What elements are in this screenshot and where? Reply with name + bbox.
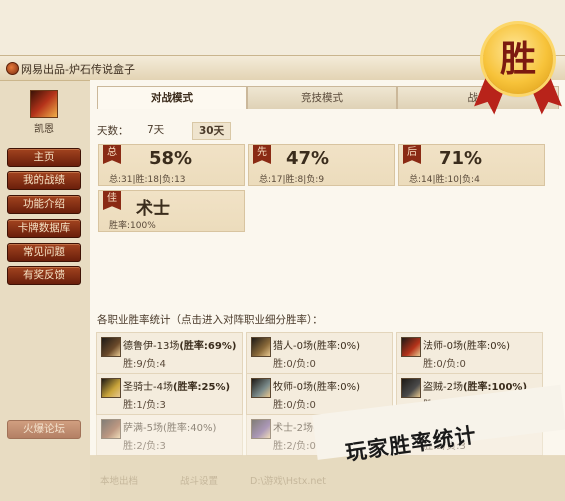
class-name: 德鲁伊 (123, 341, 153, 352)
class-name: 法师 (423, 341, 443, 352)
class-win-rate: (胜率:25%) (172, 382, 231, 393)
class-cell[interactable]: 法师-0场(胜率:0%) 胜:0/负:0 (396, 332, 543, 374)
class-win-rate: (胜率:69%) (179, 341, 237, 352)
status-bar: 本地出档 战斗设置 D:\游戏\Hstx.net (90, 456, 565, 501)
paladin-icon (101, 378, 121, 398)
sidebar-item-features[interactable]: 功能介绍 (7, 195, 81, 214)
class-cell[interactable]: 德鲁伊-13场(胜率:69%) 胜:9/负:4 (96, 332, 243, 374)
total-detail: 总:31|胜:18|负:13 (109, 175, 186, 185)
class-name: 猎人 (273, 341, 293, 352)
class-record: 胜:1/负:3 (123, 400, 166, 411)
class-games: -13场 (153, 341, 180, 352)
forum-button[interactable]: 火爆论坛 (7, 420, 81, 439)
druid-icon (101, 337, 121, 357)
class-games: -5场 (143, 423, 163, 434)
class-win-rate: (胜率:0%) (312, 341, 361, 352)
tab-battle-mode[interactable]: 对战模式 (97, 86, 247, 109)
days-option-7[interactable]: 7天 (141, 122, 170, 138)
second-banner: 后 (403, 145, 421, 164)
class-win-rate: (胜率:40%) (162, 423, 217, 434)
class-games: -0场 (293, 341, 313, 352)
stat-card-first: 先 47% 总:17|胜:8|负:9 (248, 144, 395, 186)
class-name: 牧师 (273, 382, 293, 393)
class-name: 萨满 (123, 423, 143, 434)
best-detail: 胜率:100% (109, 221, 156, 231)
days-label: 天数： (97, 125, 129, 137)
rogue-icon (401, 378, 421, 398)
shaman-icon (101, 419, 121, 439)
badge-medal: 胜 (483, 24, 553, 94)
class-record: 胜:2/负:0 (273, 441, 316, 452)
class-cell[interactable]: 圣骑士-4场(胜率:25%) 胜:1/负:3 (96, 373, 243, 415)
mage-icon (401, 337, 421, 357)
class-games: -4场 (153, 382, 173, 393)
second-detail: 总:14|胜:10|负:4 (409, 175, 480, 185)
stat-card-best: 佳 术士 胜率:100% (98, 190, 245, 232)
class-record: 胜:0/负:0 (273, 359, 316, 370)
class-cell[interactable]: 萨满-5场(胜率:40%) 胜:2/负:3 (96, 414, 243, 456)
class-record: 胜:9/负:4 (123, 359, 166, 370)
sidebar-item-card-database[interactable]: 卡牌数据库 (7, 219, 81, 238)
status-left: 本地出档 (100, 476, 139, 487)
sidebar-item-feedback[interactable]: 有奖反馈 (7, 266, 81, 285)
user-name: 凯恩 (34, 124, 54, 135)
app-logo-icon (6, 62, 19, 75)
class-summary: 牧师-0场(胜率:0%) (273, 378, 360, 393)
class-win-rate: (胜率:0%) (462, 341, 511, 352)
class-games: -0场 (293, 382, 313, 393)
sidebar-item-my-record[interactable]: 我的战绩 (7, 171, 81, 190)
class-section-title: 各职业胜率统计（点击进入对阵职业细分胜率）： (97, 314, 323, 326)
warlock-icon (251, 419, 271, 439)
best-class: 术士 (136, 199, 170, 219)
class-name: 圣骑士 (123, 382, 153, 393)
class-summary: 猎人-0场(胜率:0%) (273, 337, 360, 352)
days-option-30[interactable]: 30天 (192, 122, 232, 140)
best-banner: 佳 (103, 191, 121, 210)
status-path: D:\游戏\Hstx.net (250, 476, 326, 487)
win-badge: 胜 (473, 20, 565, 120)
class-name: 术士 (273, 423, 293, 434)
sidebar-item-home[interactable]: 主页 (7, 148, 81, 167)
class-name: 盗贼 (423, 382, 443, 393)
class-summary: 德鲁伊-13场(胜率:69%) (123, 337, 236, 352)
second-win-rate: 71% (439, 148, 483, 169)
hunter-icon (251, 337, 271, 357)
class-cell[interactable]: 猎人-0场(胜率:0%) 胜:0/负:0 (246, 332, 393, 374)
first-detail: 总:17|胜:8|负:9 (259, 175, 325, 185)
class-record: 胜:2/负:3 (123, 441, 166, 452)
sidebar-item-faq[interactable]: 常见问题 (7, 243, 81, 262)
window-title: 网易出品-炉石传说盒子 (21, 63, 135, 76)
first-banner: 先 (253, 145, 271, 164)
first-win-rate: 47% (286, 148, 330, 169)
stat-card-total: 总 58% 总:31|胜:18|负:13 (98, 144, 245, 186)
class-games: -2场 (293, 423, 313, 434)
class-games: -0场 (443, 341, 463, 352)
total-banner: 总 (103, 145, 121, 164)
class-win-rate: (胜率:0%) (312, 382, 361, 393)
avatar[interactable] (30, 90, 58, 118)
badge-text: 胜 (499, 38, 536, 80)
class-summary: 圣骑士-4场(胜率:25%) (123, 378, 230, 393)
tab-arena-mode[interactable]: 竞技模式 (247, 86, 397, 109)
class-record: 胜:0/负:0 (423, 359, 466, 370)
total-win-rate: 58% (149, 148, 193, 169)
class-summary: 法师-0场(胜率:0%) (423, 337, 510, 352)
sidebar: 凯恩 主页 我的战绩 功能介绍 卡牌数据库 常见问题 有奖反馈 火爆论坛 (0, 80, 90, 501)
class-games: -2场 (443, 382, 463, 393)
class-summary: 萨满-5场(胜率:40%) (123, 419, 216, 434)
class-record: 胜:0/负:0 (273, 400, 316, 411)
priest-icon (251, 378, 271, 398)
stat-card-second: 后 71% 总:14|胜:10|负:4 (398, 144, 545, 186)
status-middle: 战斗设置 (180, 476, 219, 487)
